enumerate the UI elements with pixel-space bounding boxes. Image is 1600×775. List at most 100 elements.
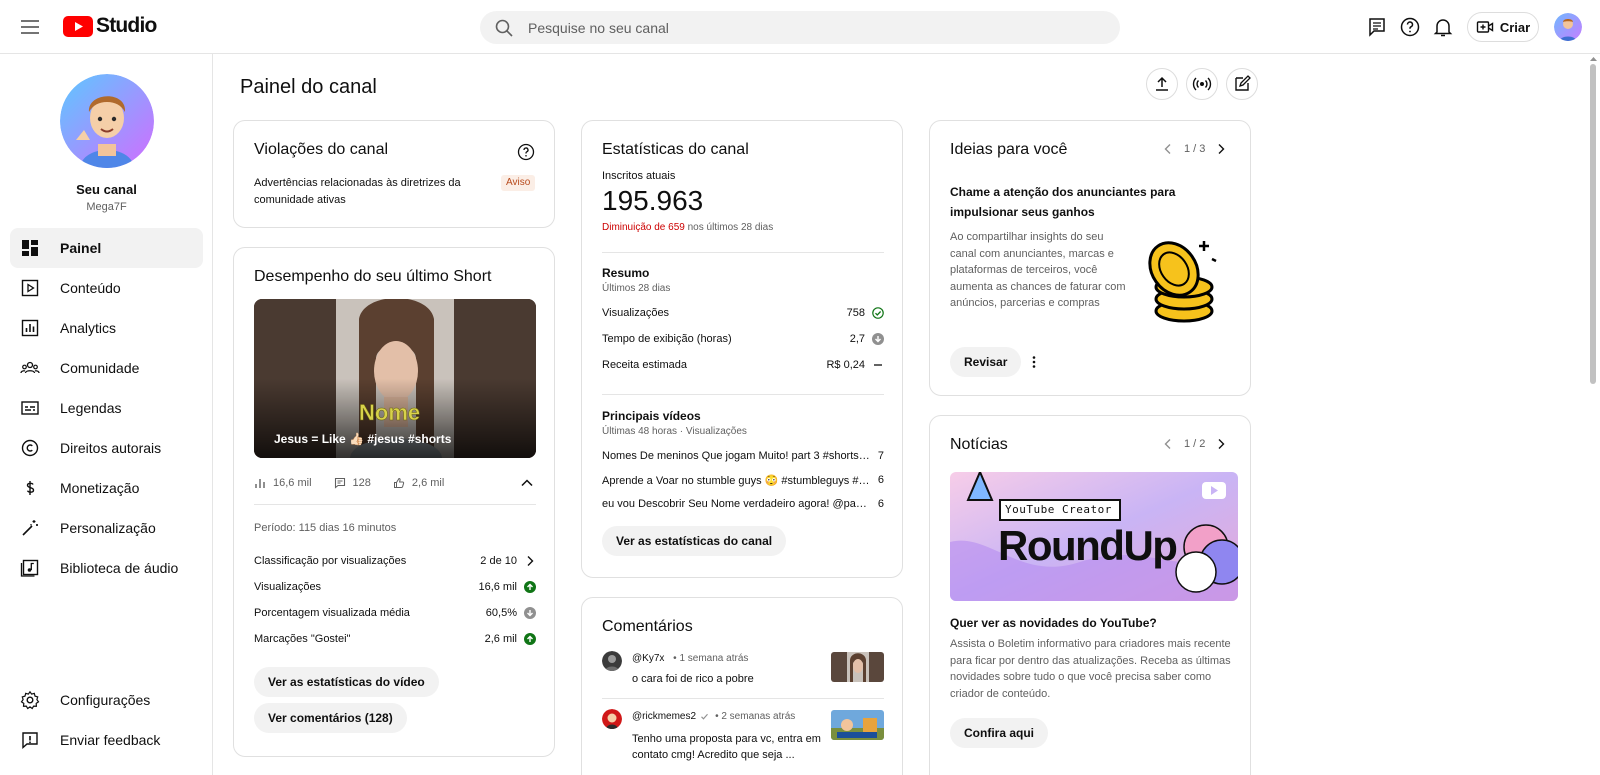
video-stats-button[interactable]: Ver as estatísticas do vídeo xyxy=(254,667,439,697)
divider xyxy=(602,252,884,253)
top-video-row[interactable]: eu vou Descobrir Seu Nome verdadeiro ago… xyxy=(602,496,884,512)
chevron-left-icon[interactable] xyxy=(1162,438,1174,450)
row-label: Receita estimada xyxy=(602,359,687,371)
card-title: Estatísticas do canal xyxy=(602,141,749,158)
sidebar-item-customization[interactable]: Personalização xyxy=(10,508,203,548)
short-stat-row: Visualizações 16,6 mil xyxy=(254,579,536,595)
sidebar-item-label: Comunidade xyxy=(60,360,140,376)
sidebar-item-content[interactable]: Conteúdo xyxy=(10,268,203,308)
arrow-down-icon xyxy=(872,333,884,345)
chevron-right-icon[interactable] xyxy=(1215,438,1227,450)
comment-time: • 2 semanas atrás xyxy=(715,711,796,722)
sidebar-item-feedback[interactable]: Enviar feedback xyxy=(10,720,203,760)
search-bar[interactable] xyxy=(480,11,1120,44)
help-icon[interactable] xyxy=(517,143,535,161)
sidebar-item-label: Biblioteca de áudio xyxy=(60,560,179,576)
warning-badge: Aviso xyxy=(501,175,536,191)
top-video-row[interactable]: Nomes De meninos Que jogam Muito! part 3… xyxy=(602,448,884,464)
subscribers-change-suffix: nos últimos 28 dias xyxy=(687,222,774,233)
top-video-title: eu vou Descobrir Seu Nome verdadeiro ago… xyxy=(602,498,870,510)
create-post-button[interactable] xyxy=(1226,68,1258,100)
sidebar-item-dashboard[interactable]: Painel xyxy=(10,228,203,268)
upload-icon xyxy=(1156,76,1168,91)
card-title: Desempenho do seu último Short xyxy=(254,268,492,285)
row-value: 758 xyxy=(846,307,865,319)
row-label: Visualizações xyxy=(602,307,670,319)
top-video-views: 6 xyxy=(877,498,884,510)
upload-button[interactable] xyxy=(1146,68,1178,100)
page-scrollbar[interactable] xyxy=(1587,54,1600,775)
customization-icon xyxy=(22,520,38,536)
row-label: Tempo de exibição (horas) xyxy=(602,333,732,345)
row-value: R$ 0,24 xyxy=(826,359,865,371)
top-video-row[interactable]: Aprende a Voar no stumble guys 😳 #stumbl… xyxy=(602,472,884,488)
hamburger-menu-icon[interactable] xyxy=(18,15,42,39)
short-overlay-text: Nome xyxy=(359,400,421,426)
comment-author[interactable]: @rickmemes2 xyxy=(632,711,696,722)
sidebar-item-audio-library[interactable]: Biblioteca de áudio xyxy=(10,548,203,588)
sidebar-item-label: Direitos autorais xyxy=(60,440,162,456)
chevron-left-icon[interactable] xyxy=(1162,143,1174,155)
ideas-pager: 1 / 3 xyxy=(1162,143,1227,155)
ideas-card: Ideias para você 1 / 3 Chame a atenção d… xyxy=(929,120,1251,396)
search-input[interactable] xyxy=(528,19,1088,36)
help-icon[interactable] xyxy=(1398,15,1422,39)
sidebar-item-analytics[interactable]: Analytics xyxy=(10,308,203,348)
short-stat-row[interactable]: Classificação por visualizações 2 de 10 xyxy=(254,553,536,569)
page-title: Painel do canal xyxy=(240,76,377,98)
sidebar-item-community[interactable]: Comunidade xyxy=(10,348,203,388)
short-thumbnail[interactable]: Nome Jesus = Like 👍🏻 #jesus #shorts xyxy=(254,299,536,458)
go-live-button[interactable] xyxy=(1186,68,1218,100)
scroll-thumb[interactable] xyxy=(1590,64,1596,384)
news-headline: Quer ver as novidades do YouTube? xyxy=(950,616,1157,630)
review-button[interactable]: Revisar xyxy=(950,347,1022,377)
chevron-right-icon[interactable] xyxy=(1215,143,1227,155)
summary-title: Resumo xyxy=(602,266,650,280)
channel-avatar[interactable] xyxy=(60,74,154,168)
scroll-up-icon[interactable] xyxy=(1589,56,1598,62)
comment-author[interactable]: @Ky7x xyxy=(632,653,664,664)
row-label: Marcações "Gostei" xyxy=(254,633,351,645)
view-comments-button[interactable]: Ver comentários (128) xyxy=(254,703,407,733)
views-bars-icon xyxy=(255,479,265,488)
dashboard-icon xyxy=(22,240,38,256)
messages-icon[interactable] xyxy=(1365,15,1389,39)
channel-stats-button[interactable]: Ver as estatísticas do canal xyxy=(602,526,787,556)
subtitles-icon xyxy=(21,401,39,415)
commenter-avatar[interactable] xyxy=(602,709,622,729)
comment-video-thumbnail[interactable] xyxy=(831,652,884,682)
create-button-label: Criar xyxy=(1499,19,1531,35)
sidebar-item-settings[interactable]: Configurações xyxy=(10,680,203,720)
idea-headline: Chame a atenção dos anunciantes para imp… xyxy=(950,185,1176,219)
create-button[interactable]: Criar xyxy=(1467,12,1539,42)
short-likes: 2,6 mil xyxy=(411,477,445,489)
news-pager: 1 / 2 xyxy=(1162,438,1227,450)
video-add-icon xyxy=(1476,21,1494,33)
account-avatar[interactable] xyxy=(1554,13,1582,41)
sidebar-item-label: Personalização xyxy=(60,520,156,536)
row-value: 2,6 mil xyxy=(484,633,517,645)
feedback-icon xyxy=(22,732,38,750)
top-video-title: Aprende a Voar no stumble guys 😳 #stumbl… xyxy=(602,474,870,487)
card-title: Ideias para você xyxy=(950,141,1068,158)
chevron-up-icon[interactable] xyxy=(520,476,534,490)
notifications-bell-icon[interactable] xyxy=(1431,15,1455,39)
more-options-icon[interactable] xyxy=(1026,354,1042,370)
divider xyxy=(602,394,884,395)
channel-handle: Mega7F xyxy=(86,201,127,213)
sidebar-item-monetization[interactable]: Monetização xyxy=(10,468,203,508)
check-it-out-button[interactable]: Confira aqui xyxy=(950,718,1049,748)
youtube-studio-logo[interactable]: Studio xyxy=(63,14,157,38)
top-video-views: 6 xyxy=(877,474,884,486)
row-label: Visualizações xyxy=(254,581,322,593)
news-banner[interactable]: YouTube Creator RoundUp xyxy=(950,472,1238,601)
pager-text: 1 / 2 xyxy=(1184,438,1206,450)
summary-row: Receita estimada R$ 0,24 xyxy=(602,357,884,373)
sidebar-item-subtitles[interactable]: Legendas xyxy=(10,388,203,428)
comment-video-thumbnail[interactable] xyxy=(831,710,884,740)
commenter-avatar[interactable] xyxy=(602,651,622,671)
short-comments: 128 xyxy=(352,477,371,489)
monetization-icon xyxy=(26,481,35,495)
sidebar-item-copyright[interactable]: Direitos autorais xyxy=(10,428,203,468)
row-value: 2 de 10 xyxy=(480,555,517,567)
